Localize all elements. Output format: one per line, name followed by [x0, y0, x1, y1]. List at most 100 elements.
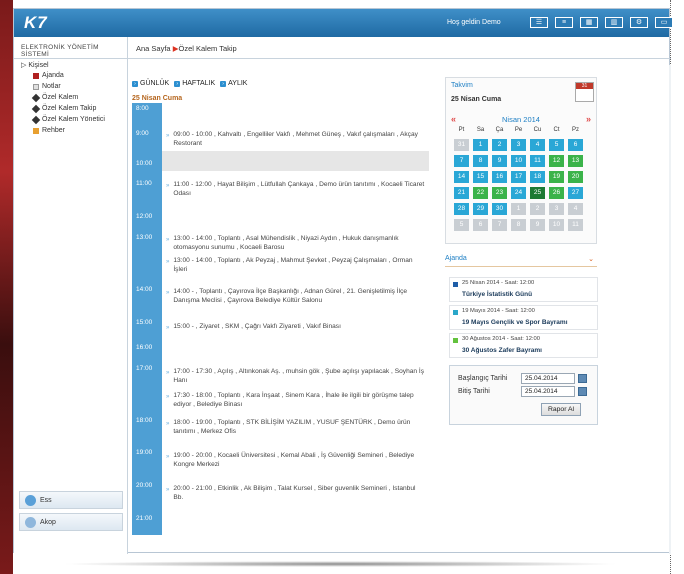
calendar-day[interactable]: 14 — [454, 171, 469, 183]
calendar-day[interactable]: 11 — [530, 155, 545, 167]
calendar-day[interactable]: 2 — [492, 139, 507, 151]
event-bullet-icon: » — [166, 454, 170, 460]
frame-decoration-left — [0, 0, 13, 574]
event-item[interactable]: » 18:00 - 19:00 , Toplantı , STK BİLİŞİM … — [166, 419, 426, 436]
calendar-day[interactable]: 6 — [473, 219, 488, 231]
calendar-day[interactable]: 11 — [568, 219, 583, 231]
calendar-day[interactable]: 16 — [492, 171, 507, 183]
calendar-day[interactable]: 20 — [568, 171, 583, 183]
settings-icon[interactable]: ⚙ — [630, 17, 648, 28]
columns-icon[interactable]: ▥ — [605, 17, 623, 28]
report-button[interactable]: Rapor Al — [541, 403, 581, 416]
tab-gunluk[interactable]: › GÜNLÜK — [132, 80, 169, 87]
calendar-picker-icon[interactable] — [578, 374, 587, 383]
sidebar-button-akop[interactable]: Akop — [19, 513, 123, 531]
tab-haftalik[interactable]: › HAFTALIK — [174, 80, 215, 87]
calendar-day[interactable]: 31 — [454, 139, 469, 151]
calendar-day[interactable]: 8 — [473, 155, 488, 167]
event-item[interactable]: » 15:00 - , Ziyaret , SKM , Çağrı Vakfı Z… — [166, 323, 426, 333]
calendar-day[interactable]: 4 — [530, 139, 545, 151]
hour-column: 8:00 9:00 10:00 11:00 12:00 13:00 14:00 … — [132, 103, 162, 535]
scrollbar[interactable] — [669, 65, 671, 554]
app-logo[interactable]: K7 — [24, 13, 48, 33]
calendar-day[interactable]: 6 — [568, 139, 583, 151]
pen-icon — [31, 93, 41, 102]
calendar-day[interactable]: 26 — [549, 187, 564, 199]
calendar-day[interactable]: 18 — [530, 171, 545, 183]
sidebar-title: ELEKTRONİK YÖNETİM SİSTEMİ — [14, 37, 127, 59]
event-item[interactable]: » 13:00 - 14:00 , Toplantı , Asal Mühendi… — [166, 235, 426, 252]
hour-label: 8:00 — [136, 105, 149, 112]
calendar-day[interactable]: 12 — [549, 155, 564, 167]
sidebar-item-ozel-kalem-yonetici[interactable]: Özel Kalem Yönetici — [21, 114, 127, 125]
event-text: 19:00 - 20:00 , Kocaeli Üniversitesi , K… — [173, 452, 415, 468]
calendar-day[interactable]: 21 — [454, 187, 469, 199]
event-bullet-icon: » — [166, 133, 170, 139]
calendar-day[interactable]: 3 — [549, 203, 564, 215]
main-content: Ana Sayfa ▶Özel Kalem Takip › GÜNLÜK › HAF… — [128, 37, 671, 554]
menu-icon[interactable]: ☰ — [530, 17, 548, 28]
calendar-day[interactable]: 10 — [549, 219, 564, 231]
grid-icon[interactable]: ▦ — [580, 17, 598, 28]
start-date-field[interactable] — [521, 373, 575, 384]
calendar-day[interactable]: 17 — [511, 171, 526, 183]
calendar-day[interactable]: 30 — [492, 203, 507, 215]
calendar-day[interactable]: 19 — [549, 171, 564, 183]
calendar-day[interactable]: 1 — [473, 139, 488, 151]
calendar-day[interactable]: 27 — [568, 187, 583, 199]
sidebar-item-ozel-kalem[interactable]: Özel Kalem — [21, 92, 127, 103]
event-bullet-icon: » — [166, 325, 170, 331]
calendar-widget: Takvim 25 Nisan Cuma 31 « Nisan 2014 » P… — [445, 77, 597, 244]
agenda-item[interactable]: 25 Nisan 2014 - Saat: 12:00 Türkiye İsta… — [449, 277, 598, 302]
tab-aylik[interactable]: › AYLIK — [220, 80, 247, 87]
calendar-day[interactable]: 1 — [511, 203, 526, 215]
calendar-day[interactable]: 2 — [530, 203, 545, 215]
calendar-picker-icon[interactable] — [578, 387, 587, 396]
breadcrumb-home[interactable]: Ana Sayfa — [136, 44, 171, 53]
sidebar-item-notlar[interactable]: Notlar — [21, 81, 127, 92]
event-item[interactable]: » 14:00 - , Toplantı , Çayırova İlçe Başk… — [166, 288, 426, 305]
next-month-button[interactable]: » — [586, 114, 591, 124]
calendar-day[interactable]: 28 — [454, 203, 469, 215]
calendar-day[interactable]: 23 — [492, 187, 507, 199]
calendar-day[interactable]: 13 — [568, 155, 583, 167]
calendar-day[interactable]: 24 — [511, 187, 526, 199]
event-item[interactable]: » 13:00 - 14:00 , Toplantı , Ak Peyzaj , … — [166, 257, 426, 274]
calendar-day[interactable]: 25 — [530, 187, 545, 199]
event-item[interactable]: » 09:00 - 10:00 , Kahvaltı , Engelliler V… — [166, 131, 426, 148]
calendar-day[interactable]: 7 — [454, 155, 469, 167]
note-icon — [33, 83, 39, 90]
sidebar-button-ess[interactable]: Ess — [19, 491, 123, 509]
sidebar-item-ajanda[interactable]: Ajanda — [21, 70, 127, 81]
calendar-day[interactable]: 3 — [511, 139, 526, 151]
calendar-day[interactable]: 9 — [530, 219, 545, 231]
calendar-day[interactable]: 10 — [511, 155, 526, 167]
chevron-down-icon[interactable]: ⌄ — [588, 255, 594, 263]
sidebar-item-ozel-kalem-takip[interactable]: Özel Kalem Takip — [21, 103, 127, 114]
event-item[interactable]: » 17:30 - 18:00 , Toplantı , Kara İnşaat … — [166, 392, 426, 409]
event-item[interactable]: » 20:00 - 21:00 , Etkinlik , Ak Bilişim ,… — [166, 485, 426, 502]
event-item[interactable]: » 19:00 - 20:00 , Kocaeli Üniversitesi , … — [166, 452, 426, 469]
prev-month-button[interactable]: « — [451, 114, 456, 124]
event-item[interactable]: » 17:00 - 17:30 , Açılış , Altınkonak Aş.… — [166, 368, 426, 385]
agenda-item[interactable]: 19 Mayıs 2014 - Saat: 12:00 19 Mayıs Gen… — [449, 305, 598, 330]
calendar-day[interactable]: 15 — [473, 171, 488, 183]
calendar-day[interactable]: 8 — [511, 219, 526, 231]
tree-root-kisisel[interactable]: ▷ Kişisel — [21, 61, 127, 70]
event-text: 13:00 - 14:00 , Toplantı , Asal Mühendis… — [173, 235, 399, 251]
window-icon[interactable]: ▭ — [655, 17, 673, 28]
end-date-field[interactable] — [521, 386, 575, 397]
sidebar-item-rehber[interactable]: Rehber — [21, 125, 127, 136]
calendar-day[interactable]: 22 — [473, 187, 488, 199]
calendar-weekday: Pz — [571, 127, 579, 133]
calendar-day[interactable]: 9 — [492, 155, 507, 167]
event-item[interactable]: » 11:00 - 12:00 , Hayat Bilişim , Lütfull… — [166, 181, 426, 198]
calendar-day[interactable]: 4 — [568, 203, 583, 215]
toolbar-icons: ☰ ≡ ▦ ▥ ⚙ ▭ — [530, 17, 673, 28]
calendar-day[interactable]: 5 — [549, 139, 564, 151]
calendar-day[interactable]: 7 — [492, 219, 507, 231]
list-icon[interactable]: ≡ — [555, 17, 573, 28]
agenda-item[interactable]: 30 Ağustos 2014 - Saat: 12:00 30 Ağustos… — [449, 333, 598, 358]
calendar-day[interactable]: 29 — [473, 203, 488, 215]
calendar-day[interactable]: 5 — [454, 219, 469, 231]
